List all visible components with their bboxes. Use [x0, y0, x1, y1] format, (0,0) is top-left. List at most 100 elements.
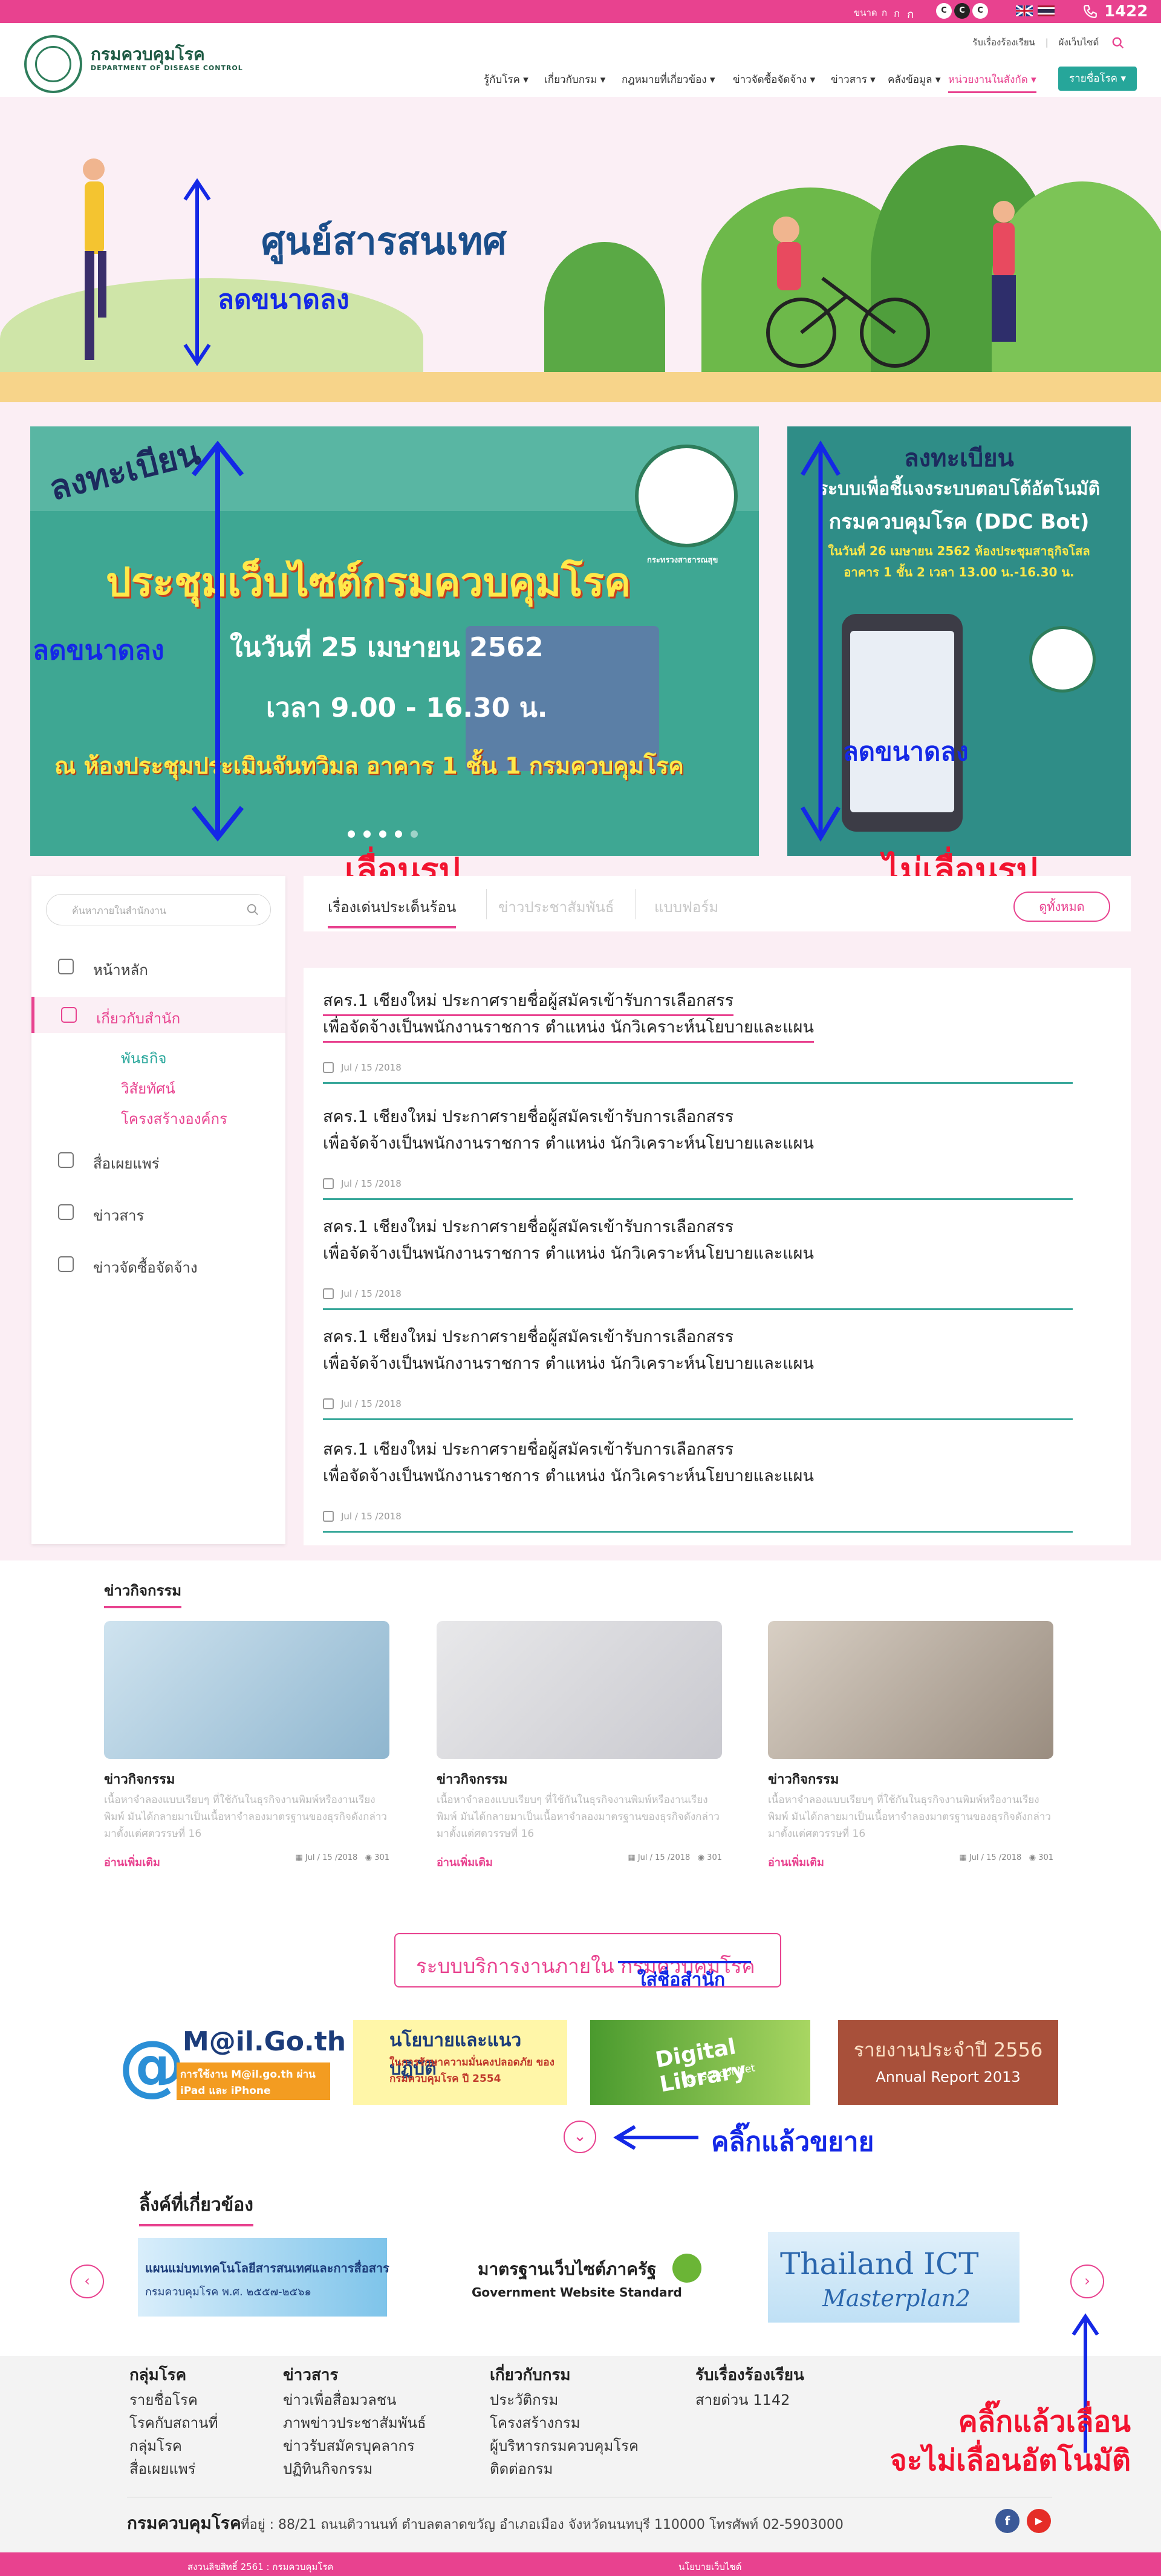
hotline-number[interactable]: 1422: [1104, 2, 1148, 21]
links-next-button[interactable]: ›: [1070, 2265, 1104, 2298]
font-size-small[interactable]: ก: [882, 5, 887, 20]
nav-item-about[interactable]: เกี่ยวกับกรม ▾: [544, 71, 605, 88]
side-banner[interactable]: ลงทะเบียน ระบบเพื่อชี้แจงระบบตอบโต้อัตโน…: [787, 426, 1131, 856]
thai-flag-icon[interactable]: [1038, 5, 1055, 16]
activity-image[interactable]: [104, 1621, 389, 1759]
footer-link[interactable]: ติดต่อกรม: [490, 2457, 553, 2480]
tab-forms[interactable]: แบบฟอร์ม: [654, 895, 718, 919]
activity-card[interactable]: ข่าวกิจกรรม เนื้อหาจำลองแบบเรียบๆ ที่ใช้…: [437, 1621, 722, 1875]
service-banner-digital-library[interactable]: Digital Library For School Net: [590, 2020, 810, 2105]
nav-item-news[interactable]: ข่าวสาร ▾: [831, 71, 876, 88]
eye-icon: ◉: [1029, 1853, 1036, 1862]
eye-icon: ◉: [365, 1853, 372, 1862]
contrast-dark-icon[interactable]: C: [954, 3, 970, 19]
font-size-label: ขนาด: [854, 7, 877, 18]
sitemap-link[interactable]: ผังเว็บไซต์: [1059, 37, 1099, 48]
news-item[interactable]: สคร.1 เชียงใหม่ ประกาศรายชื่อผู้สมัครเข้…: [323, 1090, 1073, 1200]
top-bar: ขนาด ก ก ก C C C 1422: [0, 0, 1161, 23]
footer-link[interactable]: ภาพข่าวประชาสัมพันธ์: [283, 2411, 426, 2434]
tab-pr[interactable]: ข่าวประชาสัมพันธ์: [498, 895, 614, 919]
activity-image[interactable]: [437, 1621, 722, 1759]
annotation-side-reduce: ลดขนาดลง: [843, 737, 969, 766]
activity-card[interactable]: ข่าวกิจกรรม เนื้อหาจำลองแบบเรียบๆ ที่ใช้…: [768, 1621, 1053, 1875]
youtube-icon[interactable]: ▶: [1027, 2509, 1051, 2533]
news-tabs: เรื่องเด่นประเด็นร้อน ข่าวประชาสัมพันธ์ …: [304, 876, 1131, 931]
search-icon[interactable]: [246, 903, 259, 916]
activity-image[interactable]: [768, 1621, 1053, 1759]
sidebar-item-home[interactable]: หน้าหลัก: [31, 948, 285, 985]
news-icon: [58, 1204, 74, 1220]
ministry-seal-small-icon: [1029, 626, 1096, 693]
see-all-button[interactable]: ดูทั้งหมด: [1013, 892, 1110, 922]
footer-link[interactable]: โรคกับสถานที่: [129, 2411, 218, 2434]
footer-link[interactable]: โครงสร้างกรม: [490, 2411, 580, 2434]
footer-link[interactable]: ประวัติกรม: [490, 2388, 558, 2411]
service-banner-mail[interactable]: @ M@il.Go.th การใช้งาน M@il.go.th ผ่าน i…: [119, 2020, 346, 2105]
internal-services-title: ระบบบริการงานภายใน กรมควบคุมโรค ใส่ชื่อส…: [394, 1933, 781, 1991]
service-banner-policy[interactable]: นโยบายและแนวปฏิบัติ ในการรักษาความมั่นคง…: [353, 2020, 567, 2105]
tab-highlights[interactable]: เรื่องเด่นประเด็นร้อน: [328, 895, 457, 928]
activity-card[interactable]: ข่าวกิจกรรม เนื้อหาจำลองแบบเรียบๆ ที่ใช้…: [104, 1621, 389, 1875]
at-sign-icon: @: [119, 2026, 185, 2104]
contrast-yellow-icon[interactable]: C: [972, 3, 988, 19]
footer-link[interactable]: ข่าวเพื่อสื่อมวลชน: [283, 2388, 397, 2411]
contrast-normal-icon[interactable]: C: [936, 3, 952, 19]
nav-item-units[interactable]: หน่วยงานในสังกัด ▾: [948, 71, 1036, 93]
slider-dots[interactable]: [348, 829, 426, 840]
footer-link[interactable]: กลุ่มโรค: [129, 2434, 182, 2457]
nav-item-data[interactable]: คลังข้อมูล ▾: [888, 71, 940, 88]
read-more-link[interactable]: อ่านเพิ่มเติม: [104, 1853, 160, 1871]
footer-link[interactable]: ข่าวรับสมัครบุคลากร: [283, 2434, 415, 2457]
annotation-arrow-main: [191, 440, 244, 842]
read-more-link[interactable]: อ่านเพิ่มเติม: [768, 1853, 824, 1871]
calendar-icon: [323, 1288, 334, 1299]
sidebar-item-media[interactable]: สื่อเผยแพร่: [31, 1142, 285, 1178]
link-gov-web-standard[interactable]: มาตรฐานเว็บไซต์ภาครัฐ Government Website…: [454, 2232, 707, 2323]
ministry-seal-icon: [635, 445, 738, 547]
document-icon: [61, 1007, 77, 1023]
news-item[interactable]: สคร.1 เชียงใหม่ ประกาศรายชื่อผู้สมัครเข้…: [323, 1423, 1073, 1533]
sidebar-item-procurement[interactable]: ข่าวจัดซื้อจัดจ้าง: [31, 1246, 285, 1282]
sidebar-item-about[interactable]: เกี่ยวกับสำนัก: [31, 997, 285, 1033]
ddc-logo-seal[interactable]: [24, 35, 82, 93]
footer-hotline[interactable]: สายด่วน 1142: [695, 2388, 790, 2411]
search-icon[interactable]: [1111, 36, 1125, 50]
office-sidebar: ค้นหาภายในสำนักงาน หน้าหลัก เกี่ยวกับสำน…: [31, 876, 285, 1544]
sidebar-sub-mission[interactable]: พันธกิจ: [121, 1046, 166, 1070]
website-policy-link[interactable]: นโยบายเว็บไซต์: [678, 2560, 741, 2574]
sidebar-sub-structure[interactable]: โครงสร้างองค์กร: [121, 1107, 227, 1130]
font-size-medium[interactable]: ก: [894, 5, 900, 22]
gov-seal-icon: [672, 2254, 701, 2283]
nav-item-procurement[interactable]: ข่าวจัดซื้อจัดจ้าง ▾: [733, 71, 815, 88]
sidebar-item-news[interactable]: ข่าวสาร: [31, 1194, 285, 1230]
complaint-link[interactable]: รับเรื่องร้องเรียน: [972, 37, 1035, 48]
logo-text-en: DEPARTMENT OF DISEASE CONTROL: [91, 64, 243, 72]
footer-link[interactable]: สื่อเผยแพร่: [129, 2457, 196, 2480]
annotation-arrow-expand: [613, 2125, 698, 2150]
footer-link[interactable]: ผู้บริหารกรมควบคุมโรค: [490, 2434, 639, 2457]
link-thailand-ict[interactable]: Thailand ICT Masterplan2: [768, 2232, 1020, 2323]
news-item[interactable]: สคร.1 เชียงใหม่ ประกาศรายชื่อผู้สมัครเข้…: [323, 1310, 1073, 1420]
footer-link[interactable]: ปฏิทินกิจกรรม: [283, 2457, 372, 2480]
eye-icon: ◉: [697, 1853, 705, 1862]
activities-title: ข่าวกิจกรรม: [104, 1579, 182, 1608]
links-prev-button[interactable]: ‹: [70, 2265, 104, 2298]
english-flag-icon[interactable]: [1016, 5, 1033, 16]
expand-toggle-button[interactable]: ⌄: [564, 2121, 596, 2153]
news-list: สคร.1 เชียงใหม่ ประกาศรายชื่อผู้สมัครเข้…: [304, 968, 1131, 1545]
news-item[interactable]: สคร.1 เชียงใหม่ ประกาศรายชื่อผู้สมัครเข้…: [323, 1200, 1073, 1310]
bottom-bar: สงวนลิขสิทธิ์ 2561 : กรมควบคุมโรค นโยบาย…: [0, 2552, 1161, 2576]
disease-list-button[interactable]: รายชื่อโรค ▾: [1058, 67, 1137, 91]
service-banner-annual-report[interactable]: รายงานประจำปี 2556 Annual Report 2013: [838, 2020, 1058, 2105]
sidebar-sub-vision[interactable]: วิสัยทัศน์: [121, 1077, 175, 1100]
nav-item-diseases[interactable]: รู้กับโรค ▾: [484, 71, 528, 88]
font-size-large[interactable]: ก: [907, 5, 914, 24]
office-search-input[interactable]: ค้นหาภายในสำนักงาน: [46, 894, 271, 925]
facebook-icon[interactable]: f: [995, 2509, 1020, 2533]
footer-link[interactable]: รายชื่อโรค: [129, 2388, 198, 2411]
main-banner-slide[interactable]: ลงทะเบียน กระทรวงสาธารณสุข ประชุมเว็บไซต…: [30, 426, 759, 856]
link-ict-plan[interactable]: แผนแม่บทเทคโนโลยีสารสนเทศและการสื่อสาร ก…: [138, 2232, 389, 2323]
read-more-link[interactable]: อ่านเพิ่มเติม: [437, 1853, 493, 1871]
news-item[interactable]: สคร.1 เชียงใหม่ ประกาศรายชื่อผู้สมัครเข้…: [323, 974, 1073, 1084]
nav-item-laws[interactable]: กฎหมายที่เกี่ยวข้อง ▾: [622, 71, 715, 88]
